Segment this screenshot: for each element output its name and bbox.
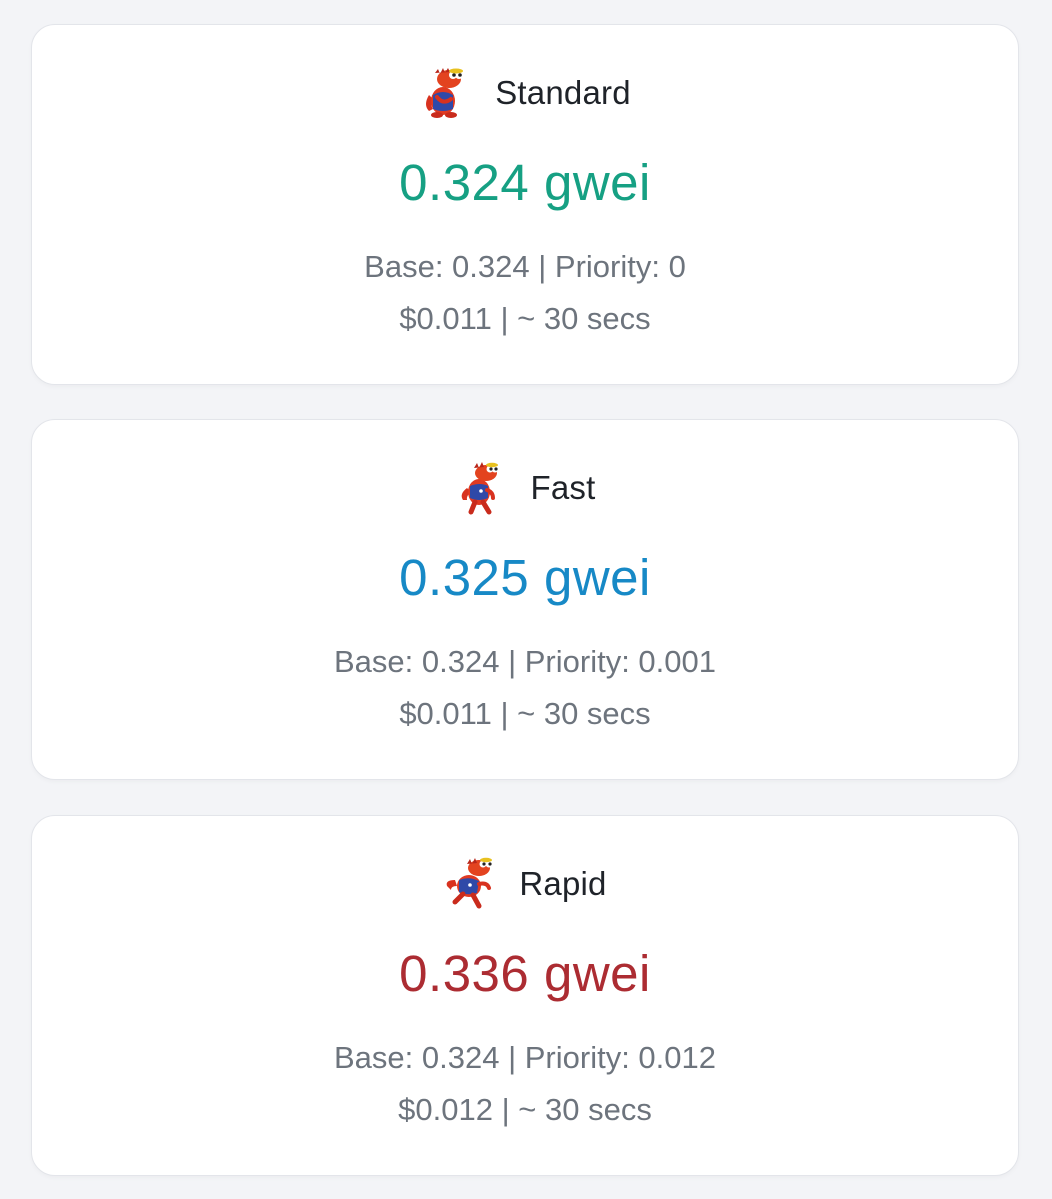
tier-label: Fast bbox=[530, 469, 596, 506]
base-priority-text: Base: 0.324 | Priority: 0.001 bbox=[334, 644, 716, 679]
cost-time-text: $0.011 | ~ 30 secs bbox=[399, 301, 651, 336]
tier-header: Fast bbox=[32, 460, 1018, 516]
tier-header: Standard bbox=[32, 65, 1018, 121]
gas-price: 0.336 gwei bbox=[399, 945, 651, 1002]
gas-price: 0.325 gwei bbox=[399, 549, 651, 606]
base-priority-text: Base: 0.324 | Priority: 0 bbox=[364, 249, 686, 284]
gas-tier-card-fast[interactable]: Fast 0.325 gwei Base: 0.324 | Priority: … bbox=[31, 419, 1019, 780]
gas-tier-card-rapid[interactable]: Rapid 0.336 gwei Base: 0.324 | Priority:… bbox=[31, 815, 1019, 1176]
base-priority-text: Base: 0.324 | Priority: 0.012 bbox=[334, 1040, 716, 1075]
tier-label: Rapid bbox=[519, 865, 607, 902]
gas-price: 0.324 gwei bbox=[399, 154, 651, 211]
tier-header: Rapid bbox=[32, 856, 1018, 912]
gas-tier-card-standard[interactable]: Standard 0.324 gwei Base: 0.324 | Priori… bbox=[31, 24, 1019, 385]
tier-label: Standard bbox=[495, 74, 631, 111]
dinosaur-walking-icon bbox=[461, 462, 498, 515]
cost-time-text: $0.012 | ~ 30 secs bbox=[398, 1092, 652, 1127]
dinosaur-running-icon bbox=[447, 857, 493, 909]
cost-time-text: $0.011 | ~ 30 secs bbox=[399, 696, 651, 731]
dinosaur-sitting-icon bbox=[426, 68, 464, 118]
